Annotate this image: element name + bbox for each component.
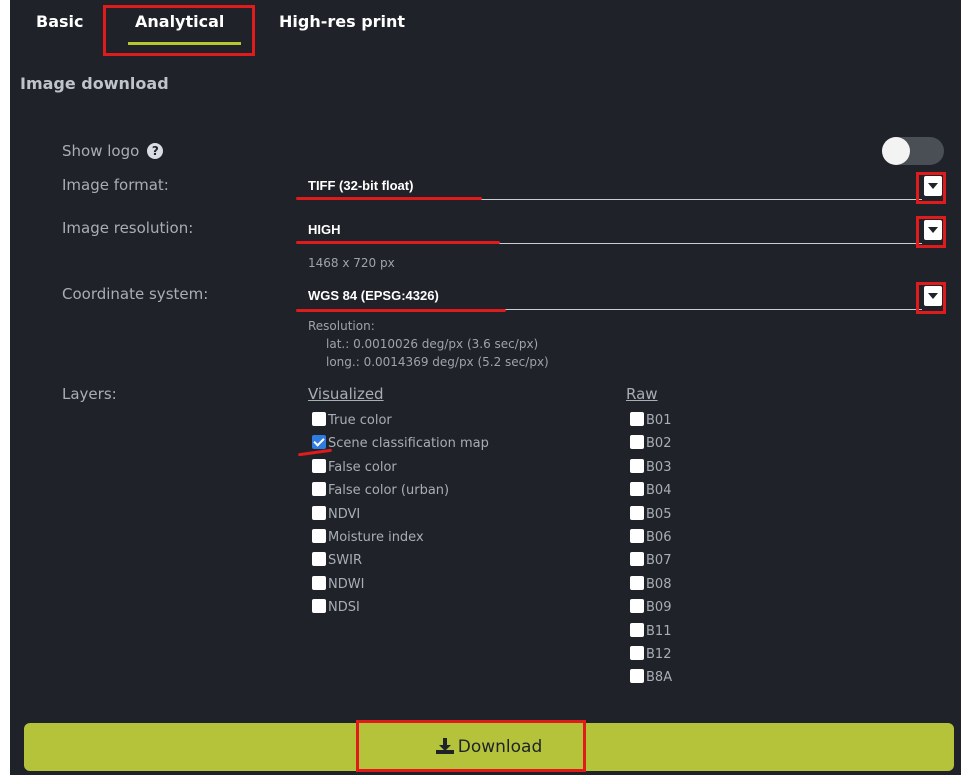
visualized-layer-label: NDVI [328, 506, 361, 522]
raw-layer-label: B06 [646, 530, 672, 545]
raw-layer-label: B08 [646, 576, 672, 592]
visualized-layer-row[interactable]: NDVI [312, 505, 361, 526]
raw-layer-label: B02 [646, 436, 672, 452]
checkbox[interactable] [312, 529, 326, 543]
show-logo-label: Show logo? [62, 142, 164, 160]
visualized-layer-row[interactable]: True color [312, 412, 392, 432]
checkbox[interactable] [312, 575, 326, 590]
annotation-box-download [356, 720, 586, 772]
annotation-underline-format [296, 197, 482, 200]
raw-layer-row[interactable]: B06 [630, 529, 671, 549]
tab-basic[interactable]: Basic [36, 12, 83, 31]
coordinate-system-label: Coordinate system: [62, 285, 209, 303]
checkbox[interactable] [630, 622, 644, 637]
raw-layer-row[interactable]: B05 [630, 505, 672, 526]
visualized-layer-label: SWIR [328, 553, 362, 569]
checkbox[interactable] [630, 482, 644, 497]
visualized-layer-label: NDWI [328, 576, 365, 592]
visualized-layer-label: NDSI [328, 600, 360, 616]
raw-layer-row[interactable]: B09 [630, 599, 671, 619]
raw-layer-label: B01 [646, 413, 672, 428]
checkbox[interactable] [312, 482, 326, 497]
image-resolution-label: Image resolution: [62, 219, 194, 237]
checkbox[interactable] [312, 435, 326, 450]
resolution-title: Resolution: [308, 319, 375, 333]
image-size-note: 1468 x 720 px [308, 256, 395, 270]
visualized-layer-row[interactable]: Scene classification map [312, 435, 489, 455]
checkbox[interactable] [630, 458, 644, 473]
toggle-knob [882, 137, 910, 165]
annotation-underline-resolution [296, 241, 500, 244]
tab-high-res-print[interactable]: High-res print [279, 12, 405, 31]
raw-layer-row[interactable]: B02 [630, 435, 671, 455]
visualized-layer-row[interactable]: False color (urban) [312, 482, 449, 502]
visualized-layer-label: Moisture index [328, 530, 424, 545]
visualized-layer-label: False color (urban) [328, 483, 450, 499]
image-download-panel: Basic Analytical High-res print Image do… [10, 0, 961, 775]
show-logo-label-text: Show logo [62, 142, 140, 160]
annotation-box-resolution-arrow [916, 216, 946, 248]
raw-column-title: Raw [626, 385, 658, 403]
raw-layer-label: B07 [646, 553, 672, 569]
section-title: Image download [20, 74, 169, 93]
checkbox[interactable] [630, 575, 644, 590]
checkbox[interactable] [312, 505, 326, 520]
raw-layer-row[interactable]: B07 [630, 552, 671, 572]
raw-layer-row[interactable]: B04 [630, 482, 671, 502]
raw-layer-label: B03 [646, 459, 672, 475]
visualized-layer-label: False color [328, 459, 397, 475]
visualized-layer-label: True color [328, 413, 392, 428]
checkbox[interactable] [630, 599, 644, 614]
annotation-underline-coordinate [296, 309, 506, 312]
checkbox[interactable] [630, 505, 644, 520]
coordinate-system-value: WGS 84 (EPSG:4326) [308, 288, 439, 303]
raw-layer-row[interactable]: B8A [630, 669, 672, 689]
raw-layer-label: B8A [646, 670, 673, 686]
checkbox[interactable] [630, 412, 644, 426]
raw-layer-label: B05 [646, 506, 672, 522]
image-format-label: Image format: [62, 176, 169, 194]
question-circle-icon[interactable]: ? [147, 143, 164, 159]
visualized-layer-label: Scene classification map [328, 436, 489, 452]
annotation-box-analytical-tab [103, 5, 255, 56]
checkbox[interactable] [312, 552, 326, 567]
resolution-lat: lat.: 0.0010026 deg/px (3.6 sec/px) [326, 337, 539, 351]
raw-layer-label: B04 [646, 483, 672, 499]
image-resolution-value: HIGH [308, 222, 341, 237]
raw-layer-label: B11 [646, 623, 672, 639]
raw-layer-row[interactable]: B11 [630, 622, 672, 643]
raw-layer-row[interactable]: B08 [630, 575, 672, 596]
show-logo-toggle[interactable] [882, 137, 944, 165]
checkbox[interactable] [630, 669, 644, 684]
checkbox[interactable] [630, 646, 644, 660]
resolution-long: long.: 0.0014369 deg/px (5.2 sec/px) [326, 355, 549, 369]
checkbox[interactable] [312, 458, 326, 473]
checkbox[interactable] [630, 552, 644, 567]
checkbox[interactable] [630, 435, 644, 450]
raw-layer-row[interactable]: B01 [630, 412, 671, 432]
visualized-layer-row[interactable]: Moisture index [312, 529, 424, 549]
annotation-box-format-arrow [916, 172, 946, 204]
checkbox[interactable] [312, 599, 326, 614]
raw-layer-label: B12 [646, 647, 672, 662]
visualized-column-title: Visualized [308, 385, 384, 403]
layers-label: Layers: [62, 385, 117, 403]
raw-layer-row[interactable]: B12 [630, 646, 671, 666]
checkbox[interactable] [630, 529, 644, 543]
coordinate-system-select[interactable]: WGS 84 (EPSG:4326) [298, 284, 942, 310]
raw-layer-label: B09 [646, 600, 672, 616]
visualized-layer-row[interactable]: NDWI [312, 575, 365, 596]
visualized-layer-row[interactable]: SWIR [312, 552, 362, 572]
checkbox[interactable] [312, 412, 326, 426]
annotation-box-coordinate-arrow [916, 282, 946, 314]
visualized-layer-row[interactable]: NDSI [312, 599, 360, 619]
image-format-value: TIFF (32-bit float) [308, 178, 414, 193]
raw-layer-row[interactable]: B03 [630, 458, 672, 479]
visualized-layer-row[interactable]: False color [312, 458, 397, 479]
